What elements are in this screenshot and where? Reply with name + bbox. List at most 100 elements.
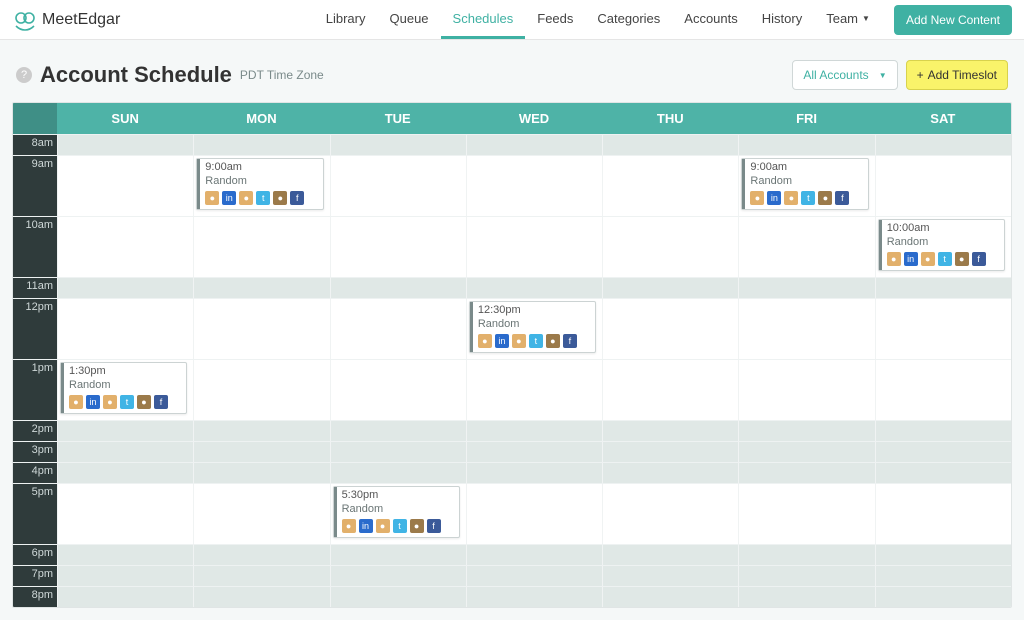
calendar-cell[interactable] — [602, 278, 738, 298]
calendar-cell[interactable]: 9:00amRandom●in●t●f — [738, 156, 874, 216]
calendar-cell[interactable] — [193, 566, 329, 586]
calendar-cell[interactable] — [875, 545, 1011, 565]
calendar-cell[interactable] — [57, 587, 193, 607]
calendar-cell[interactable] — [466, 484, 602, 544]
calendar-cell[interactable] — [57, 484, 193, 544]
calendar-cell[interactable] — [330, 421, 466, 441]
calendar-cell[interactable] — [466, 566, 602, 586]
calendar-cell[interactable] — [57, 278, 193, 298]
calendar-cell[interactable] — [330, 156, 466, 216]
calendar-cell[interactable] — [330, 442, 466, 462]
calendar-cell[interactable] — [466, 463, 602, 483]
calendar-cell[interactable] — [738, 587, 874, 607]
calendar-cell[interactable] — [466, 545, 602, 565]
calendar-cell[interactable] — [57, 156, 193, 216]
calendar-cell[interactable] — [330, 360, 466, 420]
calendar-cell[interactable] — [602, 463, 738, 483]
calendar-cell[interactable] — [57, 545, 193, 565]
calendar-cell[interactable] — [330, 299, 466, 359]
calendar-cell[interactable] — [738, 421, 874, 441]
calendar-cell[interactable] — [875, 421, 1011, 441]
calendar-cell[interactable] — [738, 484, 874, 544]
calendar-cell[interactable] — [738, 545, 874, 565]
calendar-cell[interactable] — [875, 442, 1011, 462]
calendar-cell[interactable] — [738, 463, 874, 483]
calendar-cell[interactable] — [330, 217, 466, 277]
calendar-cell[interactable] — [875, 566, 1011, 586]
calendar-cell[interactable] — [738, 278, 874, 298]
calendar-cell[interactable] — [330, 278, 466, 298]
calendar-cell[interactable] — [602, 587, 738, 607]
timeslot-card[interactable]: 1:30pmRandom●in●t●f — [60, 362, 187, 414]
calendar-cell[interactable] — [466, 587, 602, 607]
calendar-cell[interactable] — [193, 278, 329, 298]
calendar-cell[interactable] — [193, 484, 329, 544]
timeslot-card[interactable]: 12:30pmRandom●in●t●f — [469, 301, 596, 353]
calendar-cell[interactable] — [193, 421, 329, 441]
nav-item-history[interactable]: History — [750, 0, 814, 39]
calendar-cell[interactable] — [738, 442, 874, 462]
add-timeslot-button[interactable]: + Add Timeslot — [906, 60, 1008, 90]
calendar-cell[interactable] — [602, 442, 738, 462]
calendar-cell[interactable]: 9:00amRandom●in●t●f — [193, 156, 329, 216]
calendar-cell[interactable] — [602, 360, 738, 420]
add-new-content-button[interactable]: Add New Content — [894, 5, 1012, 35]
calendar-cell[interactable] — [466, 442, 602, 462]
calendar-cell[interactable] — [602, 545, 738, 565]
calendar-cell[interactable] — [193, 360, 329, 420]
calendar-cell[interactable] — [193, 463, 329, 483]
calendar-cell[interactable] — [875, 135, 1011, 155]
calendar-cell[interactable] — [193, 217, 329, 277]
calendar-cell[interactable] — [466, 217, 602, 277]
calendar-cell[interactable]: 10:00amRandom●in●t●f — [875, 217, 1011, 277]
timeslot-card[interactable]: 9:00amRandom●in●t●f — [196, 158, 323, 210]
timeslot-card[interactable]: 10:00amRandom●in●t●f — [878, 219, 1005, 271]
nav-item-queue[interactable]: Queue — [378, 0, 441, 39]
nav-item-library[interactable]: Library — [314, 0, 378, 39]
calendar-cell[interactable] — [602, 135, 738, 155]
timeslot-card[interactable]: 5:30pmRandom●in●t●f — [333, 486, 460, 538]
calendar-cell[interactable]: 5:30pmRandom●in●t●f — [330, 484, 466, 544]
calendar-cell[interactable] — [738, 135, 874, 155]
calendar-cell[interactable] — [57, 135, 193, 155]
calendar-cell[interactable] — [57, 421, 193, 441]
calendar-cell[interactable] — [738, 299, 874, 359]
calendar-cell[interactable] — [57, 463, 193, 483]
calendar-cell[interactable] — [602, 484, 738, 544]
calendar-cell[interactable] — [875, 360, 1011, 420]
calendar-cell[interactable] — [738, 360, 874, 420]
calendar-cell[interactable] — [875, 278, 1011, 298]
calendar-cell[interactable] — [57, 299, 193, 359]
calendar-cell[interactable] — [466, 421, 602, 441]
calendar-cell[interactable]: 1:30pmRandom●in●t●f — [57, 360, 193, 420]
nav-item-categories[interactable]: Categories — [585, 0, 672, 39]
calendar-cell[interactable] — [602, 421, 738, 441]
calendar-cell[interactable] — [875, 156, 1011, 216]
calendar-cell[interactable] — [193, 299, 329, 359]
accounts-filter-dropdown[interactable]: All Accounts ▼ — [792, 60, 897, 90]
calendar-cell[interactable] — [875, 484, 1011, 544]
calendar-cell[interactable] — [57, 566, 193, 586]
calendar-cell[interactable] — [330, 463, 466, 483]
calendar-cell[interactable] — [330, 135, 466, 155]
logo[interactable]: MeetEdgar — [12, 9, 120, 31]
calendar-cell[interactable] — [602, 566, 738, 586]
calendar-cell[interactable] — [330, 587, 466, 607]
calendar-cell[interactable] — [738, 217, 874, 277]
calendar-cell[interactable] — [466, 135, 602, 155]
calendar-cell[interactable] — [193, 135, 329, 155]
calendar-cell[interactable] — [875, 587, 1011, 607]
calendar-cell[interactable] — [330, 545, 466, 565]
calendar-cell[interactable] — [602, 156, 738, 216]
calendar-cell[interactable] — [602, 217, 738, 277]
calendar-cell[interactable] — [875, 463, 1011, 483]
calendar-cell[interactable] — [193, 587, 329, 607]
nav-item-feeds[interactable]: Feeds — [525, 0, 585, 39]
calendar-cell[interactable] — [57, 217, 193, 277]
calendar-cell[interactable] — [875, 299, 1011, 359]
calendar-cell[interactable] — [57, 442, 193, 462]
help-icon[interactable]: ? — [16, 67, 32, 83]
calendar-cell[interactable] — [193, 545, 329, 565]
calendar-cell[interactable] — [466, 156, 602, 216]
nav-item-accounts[interactable]: Accounts — [672, 0, 749, 39]
